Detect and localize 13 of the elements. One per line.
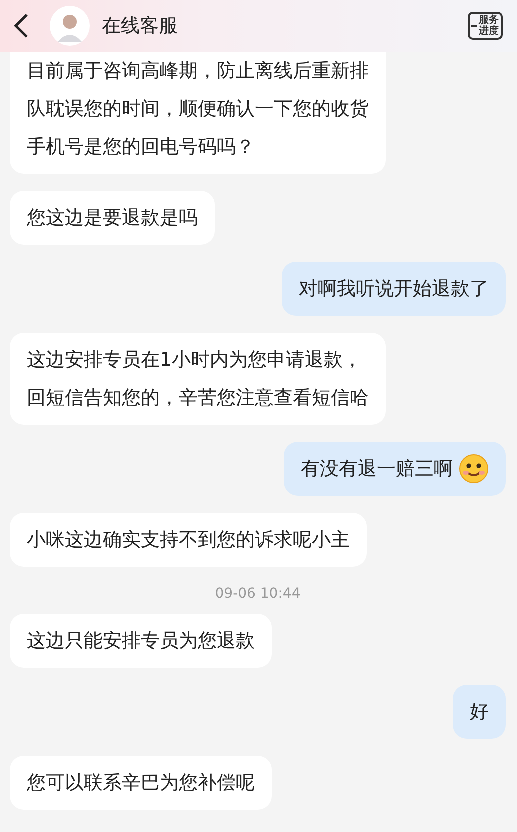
message-text: 小咪这边确实支持不到您的诉求呢小主	[27, 528, 350, 553]
message-text: 目前属于咨询高峰期，防止离线后重新排 队耽误您的时间，顺便确认一下您的收货 手机号是您的回电号码吗？	[27, 59, 369, 160]
message-text: 这边只能安排专员为您退款	[27, 629, 255, 654]
message-text: 您这边是要退款是吗	[27, 206, 198, 231]
message-text: 好	[470, 700, 489, 725]
service-progress-button[interactable]: 服务 进度	[468, 12, 503, 40]
message-text: 这边安排专员在1小时内为您申请退款， 回短信告知您的，辛苦您注意查看短信哈	[27, 348, 369, 411]
avatar-icon	[50, 6, 90, 46]
message-text: 对啊我听说开始退款了	[299, 277, 489, 302]
chat-title: 在线客服	[102, 14, 179, 39]
message-text: 有没有退一赔三啊	[301, 457, 453, 482]
timestamp: 09-06 10:44	[214, 586, 302, 602]
message-text: 您可以联系辛巴为您补偿呢	[27, 771, 255, 796]
